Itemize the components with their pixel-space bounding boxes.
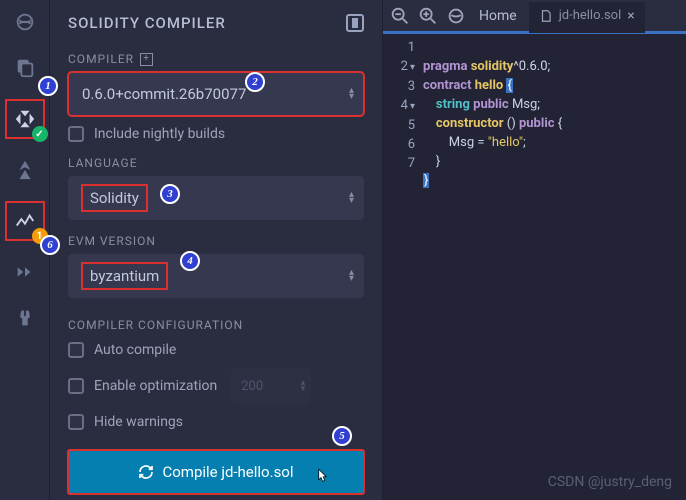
optimization-runs-value: 200	[241, 379, 263, 394]
hide-warnings-checkbox[interactable]: Hide warnings	[68, 414, 364, 430]
compiler-config-label: COMPILER CONFIGURATION	[68, 318, 364, 332]
home-icon[interactable]	[445, 5, 467, 27]
checkbox-icon	[68, 342, 84, 358]
close-tab-icon[interactable]: ×	[627, 8, 634, 24]
deploy-run-icon[interactable]	[11, 156, 39, 184]
hide-warnings-label: Hide warnings	[94, 414, 183, 430]
chevron-updown-icon: ▴▾	[349, 88, 354, 100]
auto-compile-checkbox[interactable]: Auto compile	[68, 342, 364, 358]
enable-optimization-label: Enable optimization	[94, 378, 217, 394]
checkbox-icon	[68, 126, 84, 142]
home-tab[interactable]: Home	[473, 8, 523, 24]
optimization-runs-stepper[interactable]: 200 ▴▾	[231, 368, 311, 404]
docs-icon[interactable]	[346, 14, 364, 32]
file-icon	[539, 9, 553, 23]
language-label: LANGUAGE	[68, 156, 364, 170]
compile-button-label: Compile jd-hello.sol	[162, 463, 293, 481]
editor-area: Home jd-hello.sol × 1 2▾ 3 4▾ 5 6 7 prag…	[383, 0, 686, 500]
annotation-6: 6	[40, 235, 60, 255]
remix-logo-icon[interactable]	[11, 8, 39, 36]
code-lines: pragma solidity^0.6.0; contract hello { …	[423, 38, 686, 500]
refresh-icon	[138, 464, 154, 480]
checkbox-icon	[68, 414, 84, 430]
solidity-compiler-icon[interactable]: ✓	[6, 100, 44, 138]
annotation-1: 1	[38, 76, 58, 96]
annotation-2: 2	[245, 72, 265, 92]
compile-button[interactable]: Compile jd-hello.sol	[68, 450, 364, 494]
chevron-updown-icon: ▴▾	[349, 270, 354, 282]
code-editor[interactable]: 1 2▾ 3 4▾ 5 6 7 pragma solidity^0.6.0; c…	[383, 34, 686, 500]
evm-version-select[interactable]: byzantium ▴▾	[68, 254, 364, 298]
editor-tabbar: Home jd-hello.sol ×	[383, 0, 686, 34]
zoom-out-icon[interactable]	[389, 5, 411, 27]
enable-optimization-checkbox[interactable]: Enable optimization	[68, 378, 217, 394]
language-value: Solidity	[82, 185, 147, 211]
debugger-icon[interactable]	[11, 258, 39, 286]
chevron-updown-icon: ▴▾	[301, 380, 306, 392]
chevron-updown-icon: ▴▾	[349, 192, 354, 204]
solidity-compiler-panel: SOLIDITY COMPILER COMPILER + 0.6.0+commi…	[50, 0, 383, 500]
evm-version-label: EVM VERSION	[68, 234, 364, 248]
zoom-in-icon[interactable]	[417, 5, 439, 27]
annotation-3: 3	[160, 184, 180, 204]
line-gutter: 1 2▾ 3 4▾ 5 6 7	[383, 38, 423, 500]
annotation-4: 4	[180, 251, 200, 271]
plugin-manager-icon[interactable]	[11, 304, 39, 332]
compiler-label: COMPILER +	[68, 52, 364, 66]
evm-version-value: byzantium	[82, 263, 167, 289]
compile-success-badge: ✓	[32, 126, 48, 142]
auto-compile-label: Auto compile	[94, 342, 176, 358]
checkbox-icon	[68, 378, 84, 394]
language-select[interactable]: Solidity ▴▾	[68, 176, 364, 220]
cursor-icon	[318, 468, 330, 484]
file-explorer-icon[interactable]	[11, 54, 39, 82]
watermark: CSDN @justry_deng	[548, 473, 672, 492]
panel-title: SOLIDITY COMPILER	[68, 14, 226, 32]
file-tab[interactable]: jd-hello.sol ×	[529, 2, 645, 33]
compiler-version-value: 0.6.0+commit.26b70077	[82, 85, 246, 103]
file-tab-label: jd-hello.sol	[559, 8, 622, 23]
compiler-version-select[interactable]: 0.6.0+commit.26b70077 ▴▾	[68, 72, 364, 116]
add-compiler-icon[interactable]: +	[140, 53, 153, 66]
nightly-builds-checkbox[interactable]: Include nightly builds	[68, 126, 364, 142]
annotation-5: 5	[332, 426, 352, 446]
analysis-icon[interactable]: 1	[6, 202, 44, 240]
nightly-label: Include nightly builds	[94, 126, 225, 142]
